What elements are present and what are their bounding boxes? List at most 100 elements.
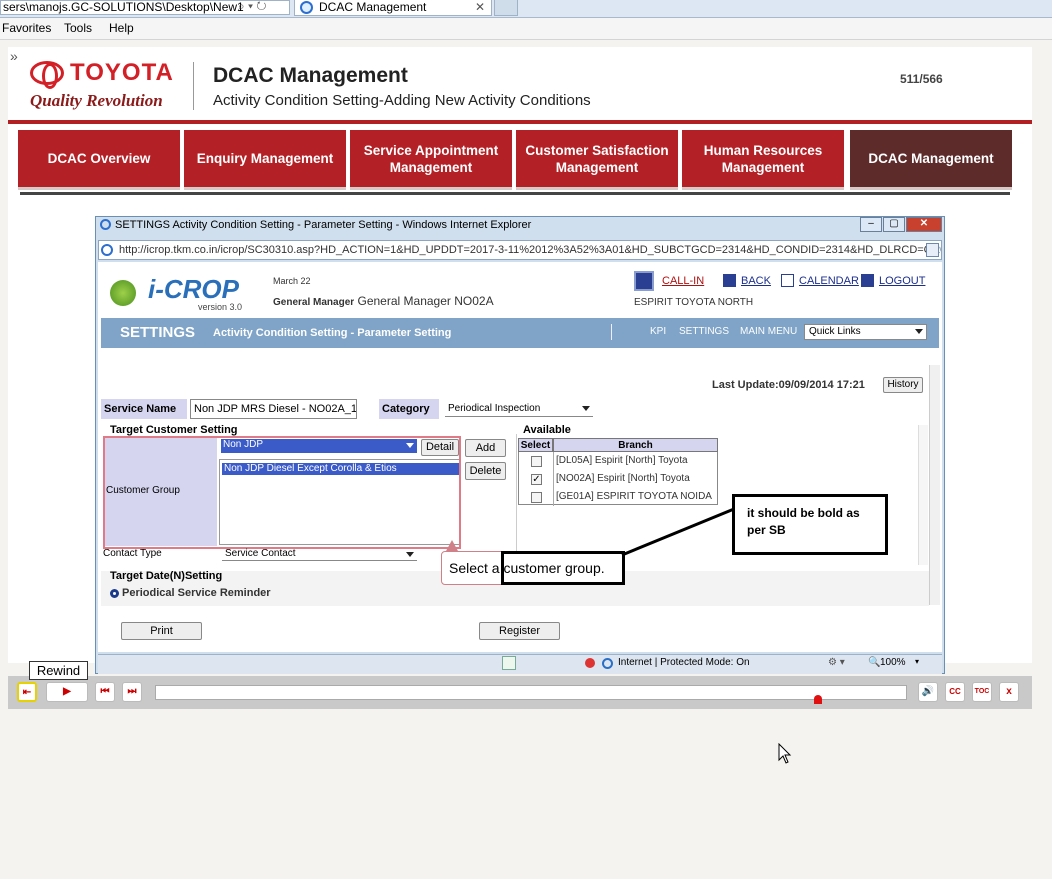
previous-icon[interactable]: ⏮ <box>95 682 115 702</box>
app-version: version 3.0 <box>198 302 243 312</box>
rewind-tooltip: Rewind <box>29 661 88 680</box>
brand-name: TOYOTA <box>70 59 174 86</box>
settings-link[interactable]: SETTINGS <box>679 326 729 337</box>
page-subtitle: Activity Condition Setting-Adding New Ac… <box>213 92 591 109</box>
bar-divider <box>611 324 612 340</box>
toyota-logo-icon <box>30 61 64 89</box>
ie-icon <box>300 1 313 14</box>
branch-checkbox[interactable] <box>531 492 542 503</box>
tab-close-icon[interactable]: ✕ <box>475 0 485 14</box>
branch-checkbox[interactable] <box>531 456 542 467</box>
nav-rule <box>20 192 1010 195</box>
chevron-down-icon <box>915 329 923 334</box>
branch-select-header: Select <box>518 438 553 452</box>
rewind-icon[interactable]: ⇤ <box>17 682 37 702</box>
periodical-label: Periodical Service Reminder <box>122 587 271 599</box>
service-name-input[interactable]: Non JDP MRS Diesel - NO02A_1 <box>190 399 357 419</box>
new-tab-button[interactable] <box>494 0 518 16</box>
security-icon[interactable]: ⚙ ▾ <box>828 657 845 668</box>
window-close-button[interactable]: ✕ <box>906 217 942 232</box>
browser-tab[interactable]: DCAC Management ✕ <box>294 0 492 16</box>
protected-mode-icon <box>585 658 595 668</box>
review-comment: it should be bold as per SB <box>732 494 888 555</box>
next-icon[interactable]: ⏭ <box>122 682 142 702</box>
current-date: March 22 <box>273 276 311 286</box>
zoom-level[interactable]: 100% <box>880 657 906 668</box>
player-close-button[interactable]: x <box>999 682 1019 702</box>
delete-button[interactable]: Delete <box>465 462 506 480</box>
category-label: Category <box>379 399 439 419</box>
calendar-link[interactable]: CALENDAR <box>799 275 859 287</box>
maximize-button[interactable]: ▢ <box>883 217 905 232</box>
cc-button[interactable]: CC <box>945 682 965 702</box>
periodical-radio[interactable] <box>110 589 119 598</box>
chevron-down-icon <box>406 552 414 557</box>
search-icon[interactable]: ⌕ ▾ ↻ <box>238 0 267 14</box>
zone-status: Internet | Protected Mode: On <box>618 657 750 668</box>
menu-favorites[interactable]: Favorites <box>2 21 51 35</box>
menu-tools[interactable]: Tools <box>64 21 92 35</box>
mouse-cursor-icon <box>778 743 792 764</box>
kpi-link[interactable]: KPI <box>650 326 666 337</box>
history-button[interactable]: History <box>883 377 923 393</box>
highlight-box <box>103 436 461 549</box>
page-scrollbar[interactable] <box>929 365 940 605</box>
icrop-logo-icon <box>110 280 136 306</box>
expand-chevron-icon[interactable]: » <box>10 48 18 64</box>
logout-link[interactable]: LOGOUT <box>879 275 925 287</box>
user-info: General Manager General Manager NO02A <box>273 294 494 308</box>
play-icon[interactable]: ▶ <box>46 682 88 702</box>
review-highlight-box <box>501 551 625 585</box>
review-arrow <box>621 507 735 557</box>
user-role-value: General Manager NO02A <box>357 294 494 308</box>
nav-dcac-management[interactable]: DCAC Management <box>850 130 1012 190</box>
progress-bar[interactable] <box>155 685 907 700</box>
print-button[interactable]: Print <box>121 622 202 640</box>
nav-customer-satisfaction[interactable]: Customer Satisfaction Management <box>516 130 678 190</box>
ie-address-bar[interactable]: http://icrop.tkm.co.in/icrop/SC30310.asp… <box>98 240 942 260</box>
nav-human-resources[interactable]: Human Resources Management <box>682 130 844 190</box>
nav-dcac-overview[interactable]: DCAC Overview <box>18 130 180 190</box>
category-select[interactable]: Periodical Inspection <box>445 402 593 417</box>
page-icon <box>101 244 113 256</box>
internet-globe-icon <box>602 658 613 669</box>
main-menu-link[interactable]: MAIN MENU <box>740 326 797 337</box>
back-link[interactable]: BACK <box>741 275 771 287</box>
app-logo: i-CROP <box>148 274 239 304</box>
header-divider <box>193 62 194 110</box>
playhead-handle[interactable] <box>814 695 822 704</box>
status-page-icon <box>502 656 516 670</box>
zoom-chevron-icon[interactable]: ▾ <box>915 657 919 666</box>
category-value: Periodical Inspection <box>448 403 541 414</box>
quick-links-select[interactable]: Quick Links <box>804 324 927 340</box>
quick-links-value: Quick Links <box>809 326 861 337</box>
menu-help[interactable]: Help <box>109 21 134 35</box>
back-icon[interactable] <box>723 274 736 287</box>
call-in-icon[interactable] <box>634 271 654 291</box>
service-name-label: Service Name <box>101 399 187 419</box>
register-button[interactable]: Register <box>479 622 560 640</box>
minimize-button[interactable]: – <box>860 217 882 232</box>
branch-row: [DL05A] Espirit [North] Toyota <box>553 452 718 470</box>
contact-type-value: Service Contact <box>225 548 296 559</box>
nav-enquiry-management[interactable]: Enquiry Management <box>184 130 346 190</box>
compat-view-icon[interactable] <box>926 243 939 257</box>
contact-type-select[interactable]: Service Contact <box>222 548 417 561</box>
logout-icon[interactable] <box>861 274 874 287</box>
panel-scrollbar[interactable] <box>918 425 928 565</box>
zoom-icon[interactable]: 🔍 <box>868 657 880 668</box>
nav-service-appointment[interactable]: Service Appointment Management <box>350 130 512 190</box>
add-button[interactable]: Add <box>465 439 506 457</box>
volume-icon[interactable]: 🔊 <box>918 682 938 702</box>
target-customer-heading: Target Customer Setting <box>110 424 238 436</box>
ie-window-icon <box>100 219 111 230</box>
calendar-icon[interactable] <box>781 274 794 287</box>
header-rule <box>8 120 1032 124</box>
section-title: SETTINGS <box>120 324 196 341</box>
branch-row: [GE01A] ESPIRIT TOYOTA NOIDA <box>553 488 718 506</box>
branch-checkbox-checked[interactable]: ✓ <box>531 474 542 485</box>
contact-type-label: Contact Type <box>103 548 162 559</box>
toc-button[interactable]: TOC <box>972 682 992 702</box>
call-in-link[interactable]: CALL-IN <box>662 275 704 287</box>
slide-counter: 511/566 <box>900 72 943 86</box>
